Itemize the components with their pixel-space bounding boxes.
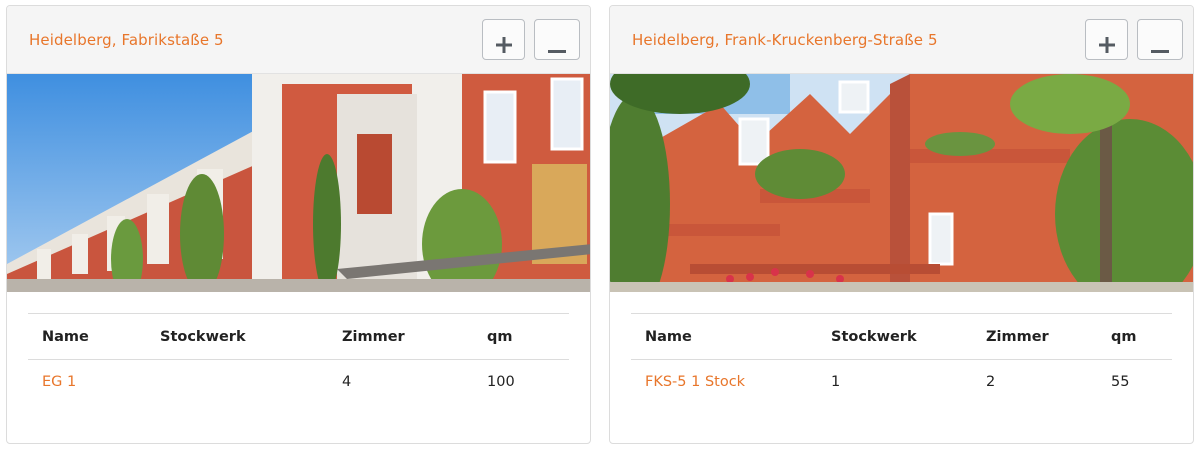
cell-qm: 55 [1111,374,1130,391]
column-header-zimmer: Zimmer [328,313,473,360]
cell-zimmer: 2 [986,374,996,391]
unit-link[interactable]: FKS-5 1 Stock [645,374,745,390]
card-header: Heidelberg, Fabrikstaße 5 [7,6,590,74]
property-card: Heidelberg, Frank-Kruckenberg-Straße 5 N… [609,5,1194,444]
cell-name: EG 1 [28,360,146,405]
column-header-stockwerk: Stockwerk [146,313,328,360]
column-header-stockwerk: Stockwerk [817,313,972,360]
cell-qm: 100 [487,374,515,391]
card-header: Heidelberg, Frank-Kruckenberg-Straße 5 [610,6,1193,74]
column-header-name: Name [28,313,146,360]
unit-link[interactable]: EG 1 [42,374,76,390]
collapse-button[interactable] [534,19,580,60]
building-photo [7,74,590,292]
table-row: FKS-5 1 Stock 1 2 55 [631,360,1172,405]
cell-stockwerk [146,360,328,405]
table-header-row: Name Stockwerk Zimmer qm [28,313,569,360]
cell-stockwerk: 1 [831,374,841,391]
table-row: EG 1 4 100 [28,360,569,405]
table-header-row: Name Stockwerk Zimmer qm [631,313,1172,360]
column-header-qm: qm [1097,313,1172,360]
cell-name: FKS-5 1 Stock [631,360,817,405]
add-button[interactable] [1085,19,1128,60]
cell-zimmer: 4 [342,374,352,391]
column-header-qm: qm [473,313,569,360]
units-table: Name Stockwerk Zimmer qm EG 1 4 100 [28,313,569,405]
collapse-button[interactable] [1137,19,1183,60]
add-button[interactable] [482,19,525,60]
property-title-link[interactable]: Heidelberg, Fabrikstaße 5 [29,31,224,49]
column-header-name: Name [631,313,817,360]
property-title-link[interactable]: Heidelberg, Frank-Kruckenberg-Straße 5 [632,31,938,49]
building-photo [610,74,1193,292]
plus-icon [495,37,512,53]
plus-icon [1098,37,1115,53]
minus-icon [548,49,566,53]
property-card: Heidelberg, Fabrikstaße 5 Name Stockwerk… [6,5,591,444]
column-header-zimmer: Zimmer [972,313,1097,360]
units-table: Name Stockwerk Zimmer qm FKS-5 1 Stock 1… [631,313,1172,405]
minus-icon [1151,49,1169,53]
